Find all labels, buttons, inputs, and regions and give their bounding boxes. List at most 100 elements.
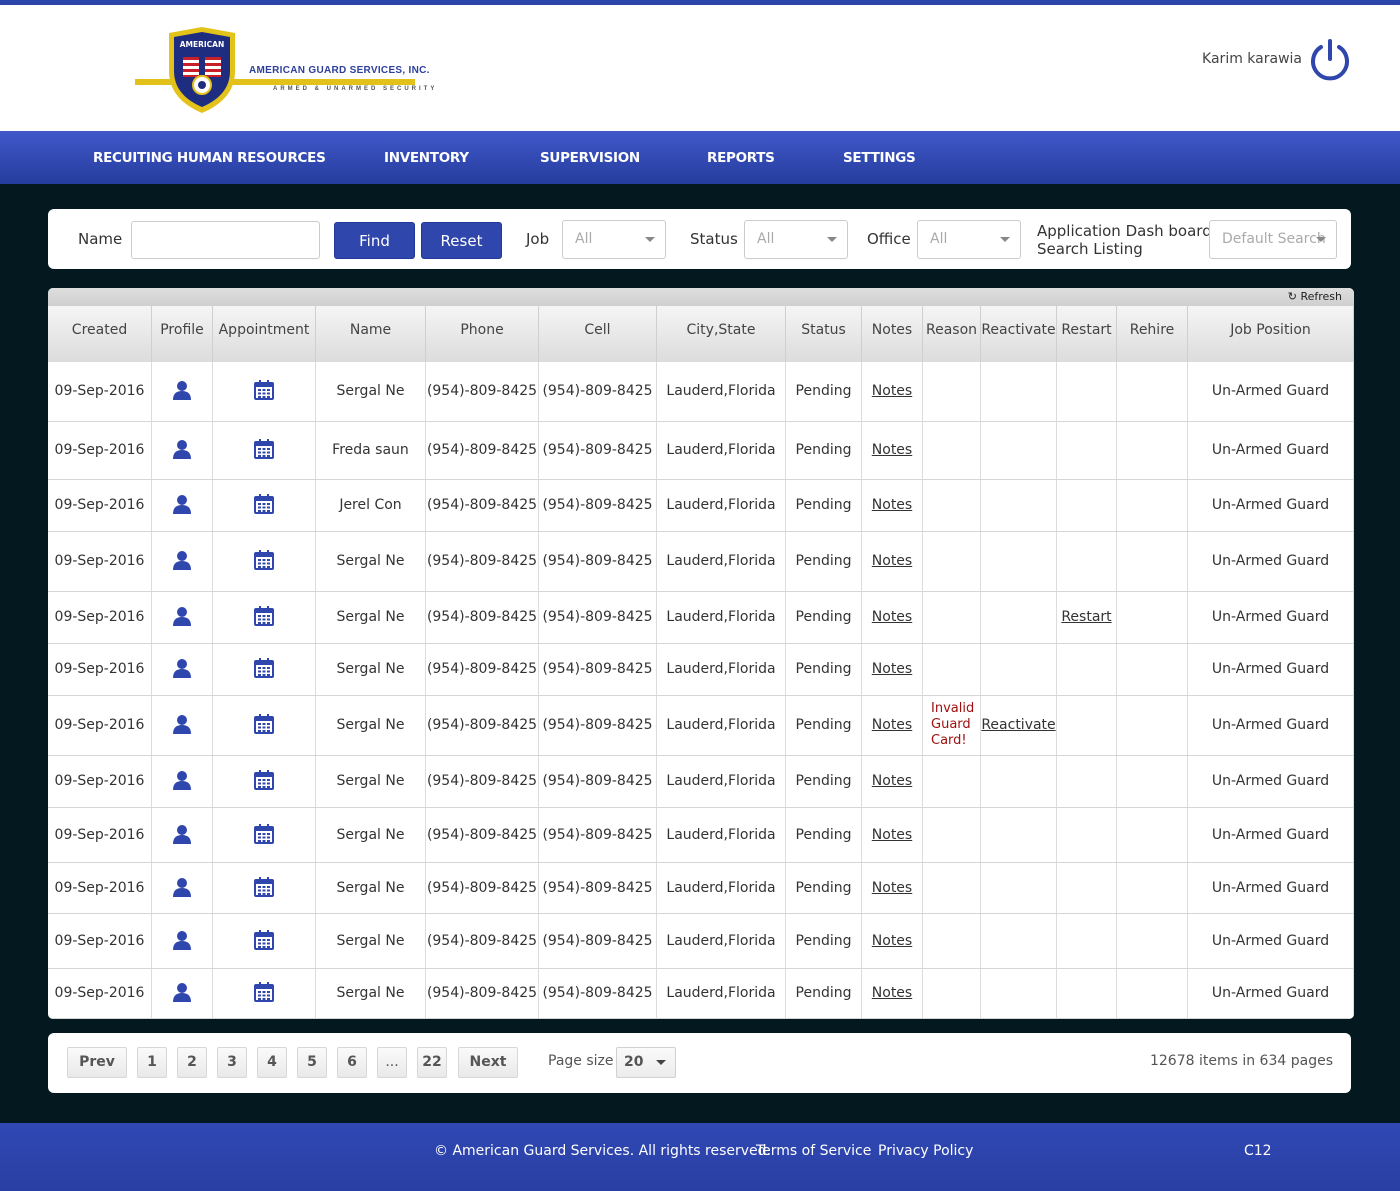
calendar-icon[interactable] (254, 824, 274, 848)
column-header-reactivate[interactable]: Reactivate (981, 306, 1057, 362)
column-header-profile[interactable]: Profile (152, 306, 213, 362)
profile-icon[interactable] (172, 824, 192, 848)
cell-cell: (954)-809-8425 (539, 914, 657, 968)
nav-item-reports[interactable]: REPORTS (707, 150, 775, 166)
cell-city-state: Lauderd,Florida (657, 808, 786, 862)
find-button[interactable]: Find (334, 222, 415, 259)
notes-link[interactable]: Notes (862, 553, 922, 569)
cell-text-phone: (954)-809-8425 (426, 773, 538, 789)
prev-button[interactable]: Prev (67, 1047, 127, 1078)
calendar-icon[interactable] (254, 930, 274, 954)
status-select-value: All (757, 231, 775, 247)
calendar-icon[interactable] (254, 550, 274, 574)
cell-text-status: Pending (795, 880, 852, 896)
notes-link[interactable]: Notes (862, 717, 922, 733)
column-header-created[interactable]: Created (48, 306, 152, 362)
column-header-job-position[interactable]: Job Position (1188, 306, 1354, 362)
cell-name: Sergal Ne (316, 592, 426, 643)
calendar-icon[interactable] (254, 494, 274, 518)
calendar-icon[interactable] (254, 658, 274, 682)
company-logo[interactable]: AMERICAN AMERICAN GUARD SERVICES, INC. A… (135, 27, 435, 117)
calendar-icon[interactable] (254, 380, 274, 404)
column-header-notes[interactable]: Notes (862, 306, 923, 362)
profile-icon[interactable] (172, 658, 192, 682)
notes-link[interactable]: Notes (862, 933, 922, 949)
calendar-icon[interactable] (254, 714, 274, 738)
calendar-icon[interactable] (254, 770, 274, 794)
nav-item-recruiting[interactable]: RECUITING HUMAN RESOURCES (93, 150, 326, 166)
column-header-status[interactable]: Status (786, 306, 862, 362)
notes-link[interactable]: Notes (862, 827, 922, 843)
page-button[interactable]: 1 (137, 1047, 167, 1078)
column-header-name[interactable]: Name (316, 306, 426, 362)
column-header-reason[interactable]: Reason (923, 306, 981, 362)
profile-icon[interactable] (172, 494, 192, 518)
page-size-select[interactable]: 20 (616, 1047, 676, 1078)
profile-icon[interactable] (172, 770, 192, 794)
nav-item-settings[interactable]: SETTINGS (843, 150, 916, 166)
terms-link[interactable]: Terms of Service (756, 1143, 871, 1159)
profile-icon[interactable] (172, 380, 192, 404)
table-row: 09-Sep-2016 Sergal Ne (954)-809-8425 (954)-… (48, 532, 1354, 592)
calendar-icon[interactable] (254, 982, 274, 1006)
profile-icon[interactable] (172, 550, 192, 574)
name-input[interactable] (131, 221, 320, 259)
page-button[interactable]: 6 (337, 1047, 367, 1078)
notes-link[interactable]: Notes (862, 880, 922, 896)
privacy-link[interactable]: Privacy Policy (878, 1143, 973, 1159)
page-button[interactable]: 2 (177, 1047, 207, 1078)
calendar-icon[interactable] (254, 439, 274, 463)
column-header-restart[interactable]: Restart (1057, 306, 1117, 362)
cell-text-job-position: Un-Armed Guard (1211, 933, 1330, 949)
column-header-phone[interactable]: Phone (426, 306, 539, 362)
cell-notes: Notes (862, 644, 923, 695)
page-button[interactable]: 5 (297, 1047, 327, 1078)
cell-text-status: Pending (795, 717, 852, 733)
job-select[interactable]: All (562, 220, 666, 259)
profile-icon[interactable] (172, 877, 192, 901)
notes-link[interactable]: Notes (862, 985, 922, 1001)
page-button[interactable]: 4 (257, 1047, 287, 1078)
profile-icon[interactable] (172, 439, 192, 463)
notes-link[interactable]: Notes (862, 383, 922, 399)
column-header-cell[interactable]: Cell (539, 306, 657, 362)
reactivate-link[interactable]: Reactivate (981, 717, 1056, 733)
notes-link[interactable]: Notes (862, 661, 922, 677)
restart-link[interactable]: Restart (1057, 609, 1116, 625)
notes-link[interactable]: Notes (862, 773, 922, 789)
cell-status: Pending (786, 914, 862, 968)
office-select[interactable]: All (917, 220, 1021, 259)
cell-city-state: Lauderd,Florida (657, 362, 786, 421)
cell-profile (152, 914, 213, 968)
page-button[interactable]: 22 (417, 1047, 447, 1078)
profile-icon[interactable] (172, 982, 192, 1006)
cell-text-created: 09-Sep-2016 (54, 933, 145, 949)
cell-text-status: Pending (795, 497, 852, 513)
reset-button[interactable]: Reset (421, 222, 502, 259)
refresh-button[interactable]: ↻ Refresh (1288, 290, 1342, 303)
profile-icon[interactable] (172, 714, 192, 738)
notes-link[interactable]: Notes (862, 497, 922, 513)
next-button[interactable]: Next (458, 1047, 518, 1078)
cell-status: Pending (786, 756, 862, 807)
power-icon[interactable] (1309, 38, 1351, 82)
status-select[interactable]: All (744, 220, 848, 259)
profile-icon[interactable] (172, 930, 192, 954)
nav-item-inventory[interactable]: INVENTORY (384, 150, 469, 166)
user-name: Karim karawia (1202, 51, 1302, 67)
page-ellipsis-button[interactable]: ... (377, 1047, 407, 1078)
cell-city-state: Lauderd,Florida (657, 592, 786, 643)
column-header-appointment[interactable]: Appointment (213, 306, 316, 362)
profile-icon[interactable] (172, 606, 192, 630)
dashboard-select[interactable]: Default Search (1209, 220, 1337, 259)
column-header-city-state[interactable]: City,State (657, 306, 786, 362)
nav-item-supervision[interactable]: SUPERVISION (540, 150, 640, 166)
calendar-icon[interactable] (254, 877, 274, 901)
cell-rehire (1117, 756, 1188, 807)
notes-link[interactable]: Notes (862, 609, 922, 625)
column-header-rehire[interactable]: Rehire (1117, 306, 1188, 362)
job-label: Job (526, 230, 550, 248)
calendar-icon[interactable] (254, 606, 274, 630)
page-button[interactable]: 3 (217, 1047, 247, 1078)
notes-link[interactable]: Notes (862, 442, 922, 458)
